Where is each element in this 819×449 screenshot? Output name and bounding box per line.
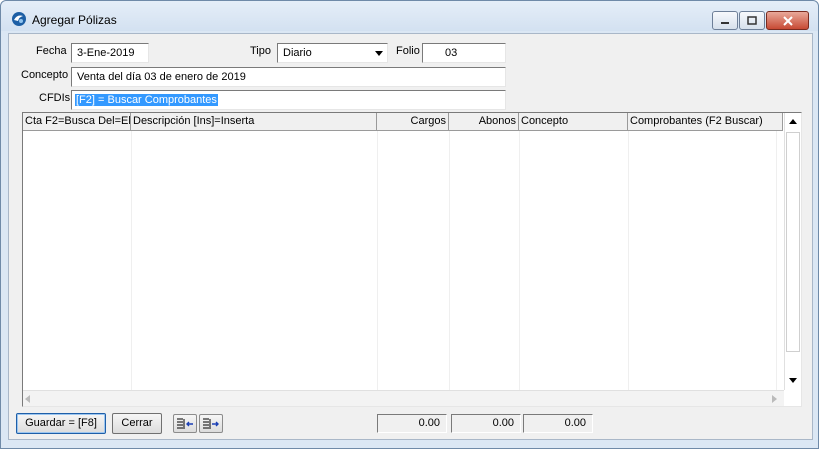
window-title: Agregar Pólizas	[32, 13, 117, 27]
total-cargos: 0.00	[377, 414, 447, 433]
polizas-grid[interactable]: Cta F2=Busca Del=Elimina Descripción [In…	[22, 112, 802, 407]
maximize-icon	[747, 15, 757, 25]
scroll-up-button[interactable]	[785, 113, 801, 130]
scrollbar-corner	[784, 390, 801, 406]
column-divider	[628, 131, 629, 390]
tipo-value: Diario	[283, 47, 312, 59]
concepto-label: Concepto	[21, 69, 68, 81]
minimize-icon	[721, 21, 729, 24]
column-header-cta[interactable]: Cta F2=Busca Del=Elimina	[23, 113, 131, 131]
column-divider	[377, 131, 378, 390]
arrow-left-icon	[25, 395, 30, 403]
close-button[interactable]	[766, 11, 809, 30]
cfdis-field[interactable]: [F2] = Buscar Comprobantes	[71, 90, 506, 110]
outdent-button[interactable]	[173, 414, 197, 433]
fecha-label-text: Fecha	[36, 45, 67, 57]
guardar-button[interactable]: Guardar = [F8]	[16, 413, 106, 434]
folio-field[interactable]: 03	[422, 43, 506, 63]
fecha-label: Fecha	[36, 45, 67, 57]
indent-button[interactable]	[199, 414, 223, 433]
column-divider	[519, 131, 520, 390]
scroll-thumb[interactable]	[786, 132, 800, 352]
tipo-label-text: Tipo	[250, 45, 271, 57]
indent-icon	[203, 418, 219, 429]
total-abonos: 0.00	[451, 414, 521, 433]
vertical-scrollbar[interactable]	[784, 113, 801, 390]
tipo-select[interactable]: Diario	[277, 43, 388, 63]
maximize-button[interactable]	[739, 11, 765, 30]
tipo-label: Tipo	[250, 45, 271, 57]
scroll-left-button[interactable]	[25, 394, 30, 406]
scroll-right-button[interactable]	[772, 394, 777, 406]
concepto-field[interactable]: Venta del día 03 de enero de 2019	[71, 67, 506, 87]
column-divider	[449, 131, 450, 390]
concepto-label-text: Concepto	[21, 69, 69, 81]
grid-header: Cta F2=Busca Del=Elimina Descripción [In…	[23, 113, 783, 131]
column-header-abonos[interactable]: Abonos	[449, 113, 519, 131]
form-area: Fecha 3-Ene-2019 Tipo Diario Folio 03 Co…	[8, 33, 813, 440]
folio-value: 03	[445, 47, 458, 59]
arrow-down-icon	[789, 378, 797, 383]
title-bar[interactable]: Agregar Pólizas	[1, 1, 818, 31]
column-header-cargos[interactable]: Cargos	[377, 113, 449, 131]
column-divider	[131, 131, 132, 390]
cfdis-label: CFDIs	[39, 92, 70, 104]
minimize-button[interactable]	[712, 11, 738, 30]
column-header-concepto[interactable]: Concepto	[519, 113, 628, 131]
cfdis-label-text: CFDIs	[39, 92, 71, 104]
arrow-right-icon	[772, 395, 777, 403]
folio-label: Folio	[396, 45, 420, 57]
total-diferencia: 0.00	[523, 414, 593, 433]
horizontal-scrollbar[interactable]	[23, 390, 785, 406]
fecha-value: 3-Ene-2019	[77, 47, 135, 59]
scroll-down-button[interactable]	[785, 372, 801, 389]
cerrar-button[interactable]: Cerrar	[112, 413, 162, 434]
close-icon	[782, 15, 793, 26]
chevron-down-icon[interactable]	[371, 44, 387, 62]
outdent-icon	[177, 418, 193, 429]
fecha-field[interactable]: 3-Ene-2019	[71, 43, 149, 63]
column-header-comprobantes[interactable]: Comprobantes (F2 Buscar)	[628, 113, 783, 131]
concepto-value: Venta del día 03 de enero de 2019	[77, 71, 246, 83]
folio-label-text: Folio	[396, 45, 420, 57]
column-divider	[776, 131, 777, 390]
app-swirl-icon	[12, 12, 26, 26]
column-header-descripcion[interactable]: Descripción [Ins]=Inserta	[131, 113, 377, 131]
window-frame: Agregar Pólizas Fecha 3-Ene-2019 Tipo Di…	[0, 0, 819, 449]
arrow-up-icon	[789, 119, 797, 124]
cfdis-value: [F2] = Buscar Comprobantes	[75, 94, 218, 106]
